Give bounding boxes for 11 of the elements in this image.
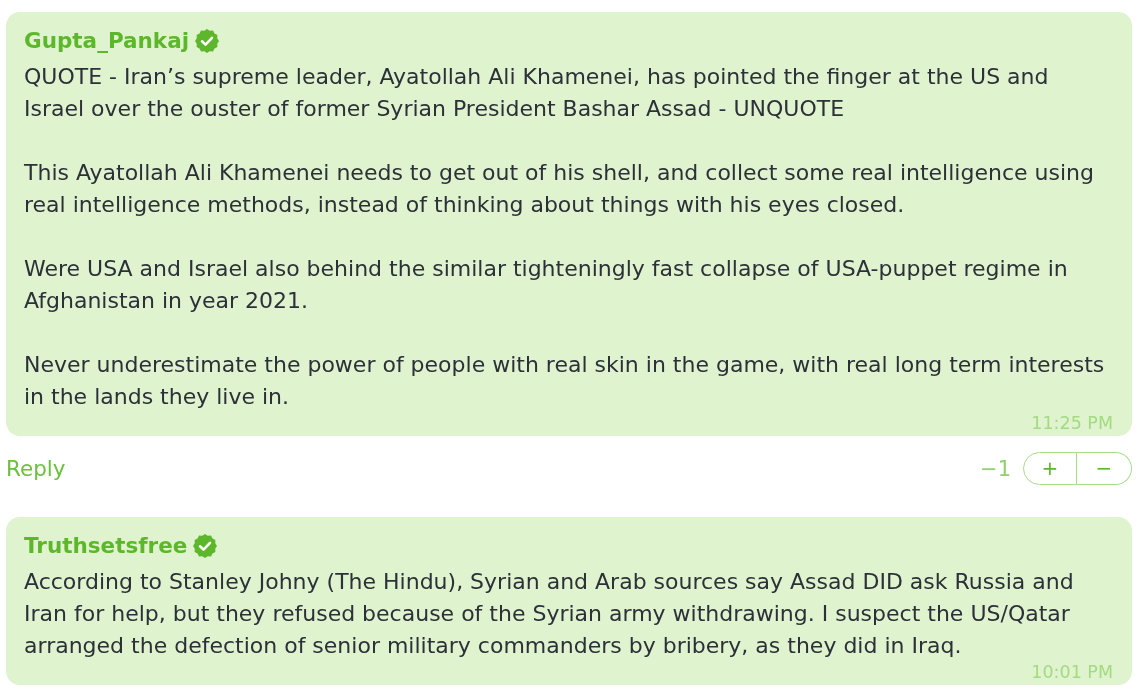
author-name: Gupta_Pankaj — [24, 27, 190, 55]
vote-score: −1 — [980, 456, 1011, 481]
message-text: Never underestimate the power of people with real skin in the game, with real long term interests in the lands they live in. — [24, 351, 1106, 411]
message-text: Were USA and Israel also behind the similar tighteningly fast collapse of USA-puppet regime in Afghanistan in year 2021. — [24, 255, 1069, 315]
message-time: 11:25 PM — [1031, 413, 1113, 433]
message-text: This Ayatollah Ali Khamenei needs to get out of his shell, and collect some real intelligence using real intelligence methods, instead of thinking about things with his eyes closed. — [24, 159, 1095, 219]
message-text: QUOTE - Iran’s supreme leader, Ayatollah Ali Khamenei, has pointed the finger at the US and Israel over the ouster of former Syrian President Bashar Assad - UNQUOTE — [24, 63, 1050, 123]
reply-link[interactable]: Reply — [6, 456, 66, 481]
message-time: 10:01 PM — [1031, 662, 1113, 682]
author-name: Truthsetsfree — [24, 532, 188, 560]
message-text: According to Stanley Johny (The Hindu), Syrian and Arab sources say Assad DID ask Russia and Iran for help, but they refused because of the Syrian army withdrawing. I suspect the US/Qatar arranged the defection of senior military commanders by bribery, as they did in Iraq. — [24, 568, 1075, 660]
